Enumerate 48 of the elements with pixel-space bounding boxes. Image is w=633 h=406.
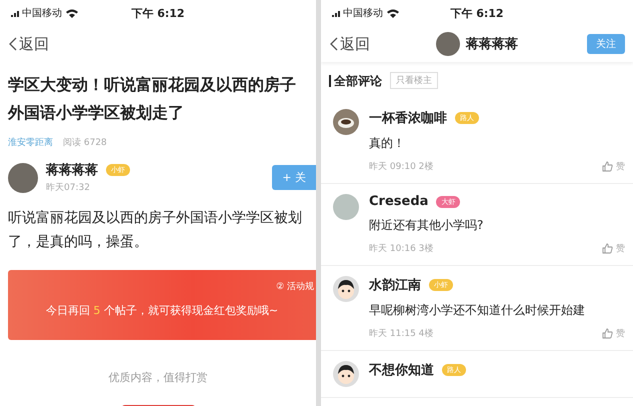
signal-icon bbox=[329, 9, 340, 17]
cup-avatar bbox=[333, 109, 359, 135]
promo-banner[interactable]: ② 活动规 今日再回 5 个帖子，就可获得现金红包奖励哦~ bbox=[8, 270, 316, 340]
commenter-name: 不想你知道 bbox=[369, 362, 434, 379]
reward-caption: 优质内容，值得打赏 bbox=[108, 370, 208, 385]
comment-text: 附近还有其他小学吗? bbox=[369, 217, 484, 234]
cartoon-avatar bbox=[333, 276, 359, 302]
comment-text: 早呢柳树湾小学还不知道什么时候开始建 bbox=[369, 302, 586, 319]
cartoon-avatar bbox=[333, 361, 359, 387]
post-text: 听说富丽花园及以西的房子外国语小学学区被划 bbox=[8, 209, 303, 228]
commenter-name: Creseda bbox=[369, 194, 428, 209]
article-title: 学区大变动！听说富丽花园及以西的房子 bbox=[8, 74, 297, 96]
back-button[interactable]: 返回 bbox=[8, 34, 49, 54]
commenter-name: 水韵江南 bbox=[369, 276, 421, 294]
back-button[interactable]: 返回 bbox=[329, 34, 436, 54]
like-button[interactable]: 赞 bbox=[602, 242, 625, 255]
wifi-icon bbox=[386, 8, 400, 18]
op-only-filter[interactable]: 只看楼主 bbox=[390, 72, 438, 89]
article-title: 外国语小学学区被划走了 bbox=[8, 102, 185, 124]
read-count: 阅读 6728 bbox=[63, 136, 107, 149]
commenter-name: 一杯香浓咖啡 bbox=[369, 110, 447, 127]
user-name: 蒋蒋蒋蒋 bbox=[466, 36, 518, 53]
carrier-name: 中国移动 bbox=[343, 6, 383, 20]
chevron-left-icon bbox=[329, 37, 338, 51]
author-avatar bbox=[8, 162, 38, 192]
comment-meta: 昨天 10:16 3楼 bbox=[369, 242, 434, 255]
banner-text: 今日再回 5 个帖子，就可获得现金红包奖励哦~ bbox=[46, 302, 278, 318]
comment-text: 真的！ bbox=[369, 135, 406, 152]
like-button[interactable]: 赞 bbox=[602, 160, 625, 173]
author-name: 蒋蒋蒋蒋 bbox=[46, 162, 98, 179]
status-time: 下午 6:12 bbox=[450, 6, 504, 20]
follow-button[interactable]: + 关 bbox=[272, 165, 316, 190]
carrier-name: 中国移动 bbox=[22, 6, 62, 20]
status-time: 下午 6:12 bbox=[131, 6, 185, 20]
comment-meta: 昨天 11:15 4楼 bbox=[369, 328, 434, 340]
source-link[interactable]: 淮安零距离 bbox=[8, 136, 53, 149]
user-avatar bbox=[436, 32, 460, 56]
chevron-left-icon bbox=[8, 37, 17, 51]
like-button[interactable]: 赞 bbox=[602, 327, 625, 340]
post-time: 昨天07:32 bbox=[46, 182, 91, 194]
rules-link[interactable]: ② 活动规 bbox=[276, 280, 314, 293]
photo-avatar bbox=[333, 194, 359, 220]
comment-meta: 昨天 09:10 2楼 bbox=[369, 160, 434, 173]
signal-icon bbox=[8, 9, 19, 17]
section-title: 全部评论 bbox=[329, 74, 382, 86]
wifi-icon bbox=[65, 8, 79, 18]
follow-button[interactable]: 关注 bbox=[587, 34, 625, 54]
post-text: 了，是真的吗，操蛋。 bbox=[8, 233, 149, 252]
